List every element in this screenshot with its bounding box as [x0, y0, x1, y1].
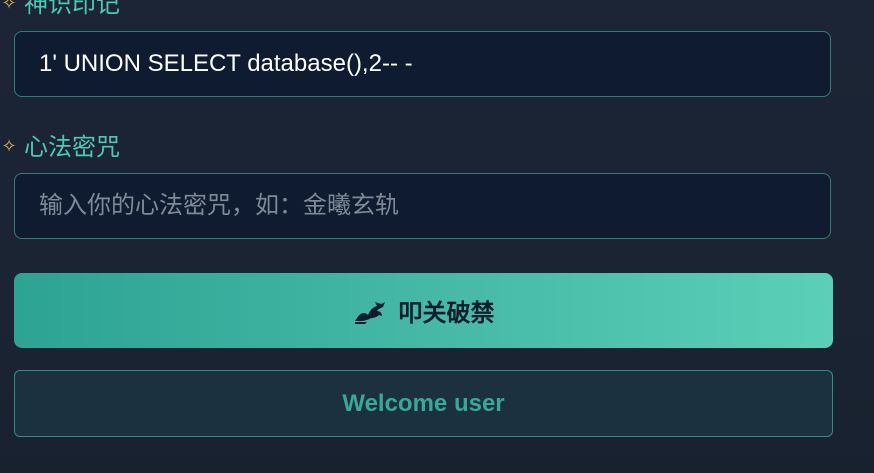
welcome-message-text: Welcome user	[342, 389, 505, 417]
identity-label-text: 神识印记	[24, 0, 120, 18]
submit-button-label: 叩关破禁	[398, 300, 495, 327]
welcome-message: Welcome user	[14, 370, 833, 437]
password-label-text: 心法密咒	[24, 133, 120, 161]
identity-label: ✧ 神识印记	[0, 0, 120, 16]
submit-button[interactable]: 叩关破禁	[14, 273, 833, 348]
password-input[interactable]	[14, 173, 831, 239]
password-label: ✧ 心法密咒	[0, 135, 120, 159]
identity-input[interactable]	[14, 31, 831, 97]
sparkle-icon: ✧	[1, 0, 17, 14]
sparkle-icon: ✧	[1, 136, 17, 157]
dragon-icon	[353, 298, 387, 324]
